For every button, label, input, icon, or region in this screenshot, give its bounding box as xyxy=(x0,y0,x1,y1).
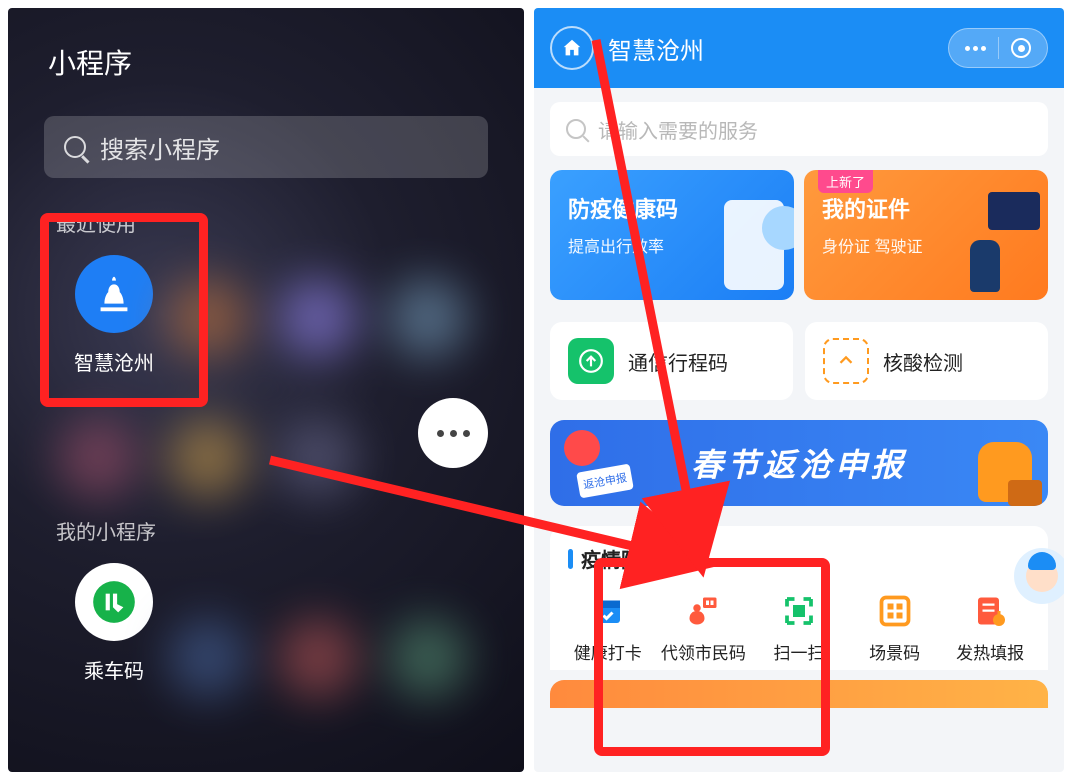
assistant-avatar-icon xyxy=(1026,560,1058,592)
annotation-highlight-box-left xyxy=(40,213,208,407)
person-illustration xyxy=(950,192,1040,292)
banner-text: 春节返沧申报 xyxy=(691,440,907,486)
banner-my-documents[interactable]: 上新了 我的证件 身份证 驾驶证 xyxy=(804,170,1048,300)
service-scene-code[interactable]: 场景码 xyxy=(847,591,943,664)
service-label: 场景码 xyxy=(869,639,920,664)
card-label: 核酸检测 xyxy=(883,347,963,376)
service-label: 发热填报 xyxy=(956,639,1024,664)
section-accent-bar xyxy=(568,549,573,569)
card-nucleic-test[interactable]: 核酸检测 xyxy=(805,322,1048,400)
miniprogram-panel: 小程序 搜索小程序 最近使用 智慧沧州 我的小程序 乘车 xyxy=(8,8,524,772)
assistant-float-button[interactable] xyxy=(1014,548,1064,604)
tiger-decoration xyxy=(952,426,1042,506)
blurred-apps-bg2 xyxy=(8,598,524,772)
new-tag: 上新了 xyxy=(818,170,873,193)
banner-spring-festival-report[interactable]: 返沧申报 春节返沧申报 xyxy=(550,420,1048,506)
thermometer-form-icon xyxy=(970,591,1010,631)
home-icon xyxy=(561,37,583,59)
capsule-button[interactable] xyxy=(948,28,1048,68)
home-button[interactable] xyxy=(550,26,594,70)
search-placeholder: 请输入需要的服务 xyxy=(598,115,758,144)
search-icon xyxy=(566,119,586,139)
phone-illustration xyxy=(724,200,784,290)
banner-health-code[interactable]: 防疫健康码 提高出行效率 xyxy=(550,170,794,300)
app-header: 智慧沧州 xyxy=(534,8,1064,88)
ellipsis-icon xyxy=(957,46,994,51)
service-fever-report[interactable]: 发热填报 xyxy=(942,591,1038,664)
card-label: 通信行程码 xyxy=(628,347,728,376)
scan-frame-icon xyxy=(823,338,869,384)
search-placeholder: 搜索小程序 xyxy=(100,130,220,165)
panel-title: 小程序 xyxy=(8,8,524,82)
search-bar[interactable]: 搜索小程序 xyxy=(44,116,488,178)
target-icon xyxy=(1011,38,1031,58)
header-title: 智慧沧州 xyxy=(608,31,948,66)
service-search[interactable]: 请输入需要的服务 xyxy=(550,102,1048,156)
more-fab[interactable] xyxy=(418,398,488,468)
arrow-up-circle-icon xyxy=(568,338,614,384)
card-travel-code[interactable]: 通信行程码 xyxy=(550,322,793,400)
annotation-highlight-box-right xyxy=(594,558,830,756)
flower-decoration: 返沧申报 xyxy=(558,428,638,500)
qr-grid-icon xyxy=(875,591,915,631)
search-icon xyxy=(64,136,86,158)
